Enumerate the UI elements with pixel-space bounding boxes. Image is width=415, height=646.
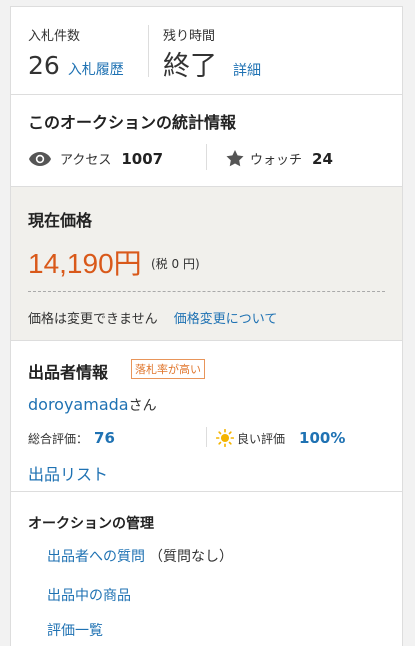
- time-detail-link[interactable]: 詳細: [233, 60, 261, 80]
- time-left-status: 終了: [163, 51, 217, 82]
- time-left-block: 残り時間 終了 詳細: [163, 25, 261, 80]
- stats-divider: [206, 144, 207, 170]
- stats-title: このオークションの統計情報: [28, 113, 237, 132]
- bid-count-label: 入札件数: [28, 29, 81, 44]
- access-value: 1007: [121, 149, 164, 168]
- seller-name-link[interactable]: doroyamada: [28, 395, 129, 414]
- watch-value: 24: [312, 149, 333, 168]
- auction-info-panel: 入札件数 26 入札履歴 残り時間 終了 詳細 このオークションの統計情報 アク…: [10, 6, 403, 646]
- manage-title: オークションの管理: [28, 516, 154, 532]
- access-metric: アクセス 1007: [28, 149, 163, 168]
- bid-history-link[interactable]: 入札履歴: [68, 59, 124, 79]
- star-icon: [226, 150, 244, 167]
- access-label: アクセス: [60, 153, 112, 168]
- price-dash-divider: [28, 291, 385, 292]
- price-section: 現在価格 14,190円 (税 0 円) 価格は変更できません 価格変更について: [11, 187, 402, 341]
- total-rating: 総合評価： 76: [28, 429, 115, 447]
- seller-name-row: doroyamadaさん: [28, 395, 157, 415]
- high-win-rate-badge: 落札率が高い: [131, 359, 205, 379]
- tax-amount: (税 0 円): [151, 257, 200, 271]
- eye-icon: [28, 151, 52, 167]
- stats-section: このオークションの統計情報 アクセス 1007 ウォッチ 24: [11, 95, 402, 187]
- seller-title: 出品者情報: [28, 363, 109, 382]
- question-row: 出品者への質問 （質問なし）: [47, 546, 233, 566]
- price-change-link[interactable]: 価格変更について: [174, 312, 278, 327]
- question-seller-link[interactable]: 出品者への質問: [47, 549, 145, 565]
- watch-label: ウォッチ: [250, 153, 303, 168]
- price-note: 価格は変更できません 価格変更について: [28, 308, 277, 327]
- current-price: 14,190円: [28, 248, 142, 279]
- good-rating-label: 良い評価: [237, 431, 286, 446]
- seller-honorific: さん: [128, 398, 157, 414]
- watch-metric: ウォッチ 24: [226, 149, 333, 168]
- price-title: 現在価格: [28, 211, 93, 230]
- bid-divider: [148, 25, 149, 77]
- price-note-text: 価格は変更できません: [28, 312, 158, 327]
- good-rating: 良い評価 100%: [216, 429, 345, 447]
- rating-divider: [206, 427, 207, 447]
- good-rating-value[interactable]: 100%: [299, 429, 345, 447]
- total-rating-value[interactable]: 76: [94, 429, 115, 447]
- seller-items-link[interactable]: 出品中の商品: [47, 585, 131, 605]
- question-count-note: （質問なし）: [149, 549, 233, 565]
- auction-manage-section: オークションの管理 出品者への質問 （質問なし） 出品中の商品 評価一覧: [11, 492, 402, 646]
- seller-listings-link[interactable]: 出品リスト: [28, 461, 108, 485]
- bid-count-value: 26: [28, 51, 60, 80]
- review-list-link[interactable]: 評価一覧: [47, 620, 103, 640]
- bid-count-block: 入札件数 26 入札履歴: [28, 25, 124, 79]
- sun-icon: [216, 429, 234, 447]
- bid-section: 入札件数 26 入札履歴 残り時間 終了 詳細: [11, 7, 402, 95]
- total-rating-label: 総合評価：: [28, 431, 89, 446]
- seller-section: 出品者情報 落札率が高い doroyamadaさん 総合評価： 76 良い評価 …: [11, 341, 402, 492]
- time-left-label: 残り時間: [163, 29, 216, 44]
